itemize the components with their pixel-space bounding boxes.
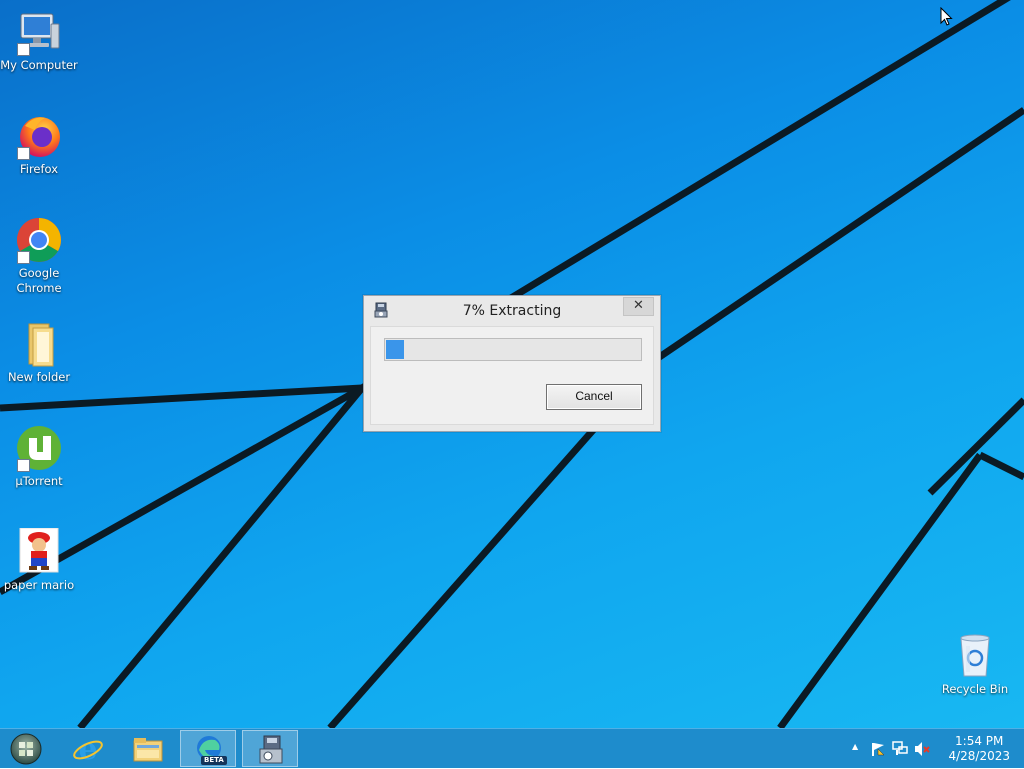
desktop-icon-label: µTorrent (15, 474, 63, 488)
desktop-icon-utorrent[interactable]: µTorrent (0, 424, 78, 489)
shortcut-arrow-icon (17, 251, 30, 264)
taskbar-edge-beta[interactable]: BETA (180, 730, 236, 767)
dialog-body: Cancel (370, 326, 654, 425)
firefox-icon (15, 112, 63, 160)
utorrent-icon (15, 424, 63, 472)
file-explorer-icon (133, 738, 163, 762)
computer-icon (15, 8, 63, 56)
taskbar: e BETA ▲ 1:54 PM 4/28/2023 (0, 728, 1024, 768)
ie-icon: e (73, 733, 103, 765)
tray-overflow-chevron-icon[interactable]: ▲ (852, 742, 858, 751)
start-button[interactable] (0, 730, 56, 767)
shortcut-arrow-icon (17, 43, 30, 56)
folder-icon (15, 320, 63, 368)
progress-fill (386, 340, 404, 359)
desktop-icon-paper-mario[interactable]: paper mario (0, 527, 78, 593)
taskbar-extractor[interactable] (242, 730, 298, 767)
chrome-icon (15, 216, 63, 264)
close-icon: ✕ (633, 298, 644, 313)
volume-muted-icon[interactable] (914, 741, 930, 757)
beta-badge: BETA (201, 756, 227, 765)
clock-time: 1:54 PM (955, 734, 1004, 748)
extraction-progress-bar (384, 338, 642, 361)
desktop-icon-recycle-bin[interactable]: Recycle Bin (936, 632, 1014, 697)
recycle-bin-icon (951, 632, 999, 680)
network-icon[interactable] (892, 741, 908, 757)
cancel-button[interactable]: Cancel (546, 384, 642, 410)
shortcut-arrow-icon (17, 147, 30, 160)
desktop-icon-my-computer[interactable]: My Computer (0, 8, 78, 73)
system-tray: ▲ 1:54 PM 4/28/2023 (844, 729, 1024, 769)
desktop-icon-google-chrome[interactable]: Google Chrome (0, 216, 78, 296)
desktop[interactable]: My Computer Firefox Google Chrome New fo… (0, 0, 1024, 728)
desktop-icon-label: Firefox (19, 162, 59, 176)
desktop-icon-label: Recycle Bin (941, 682, 1009, 696)
taskbar-clock[interactable]: 1:54 PM 4/28/2023 (948, 734, 1010, 764)
dialog-title: 7% Extracting (462, 303, 562, 319)
extracting-dialog[interactable]: 7% Extracting ✕ Cancel (363, 295, 661, 432)
shortcut-arrow-icon (17, 459, 30, 472)
action-center-flag-icon[interactable] (870, 741, 886, 757)
svg-text:e: e (78, 733, 97, 765)
desktop-icon-label: Google Chrome (16, 266, 62, 295)
desktop-icon-label: paper mario (3, 578, 75, 592)
taskbar-internet-explorer[interactable]: e (60, 730, 116, 767)
start-orb-icon (10, 733, 42, 765)
desktop-icon-label: New folder (7, 370, 71, 384)
taskbar-file-explorer[interactable] (120, 730, 176, 767)
desktop-icon-firefox[interactable]: Firefox (0, 112, 78, 177)
clock-date: 4/28/2023 (948, 749, 1010, 763)
paper-mario-icon (15, 527, 63, 576)
installer-icon (259, 735, 283, 764)
desktop-icon-new-folder[interactable]: New folder (0, 320, 78, 385)
mouse-cursor-icon (940, 7, 953, 26)
desktop-icon-label: My Computer (0, 58, 78, 72)
dialog-titlebar[interactable]: 7% Extracting ✕ (364, 296, 660, 326)
close-button[interactable]: ✕ (623, 297, 654, 316)
